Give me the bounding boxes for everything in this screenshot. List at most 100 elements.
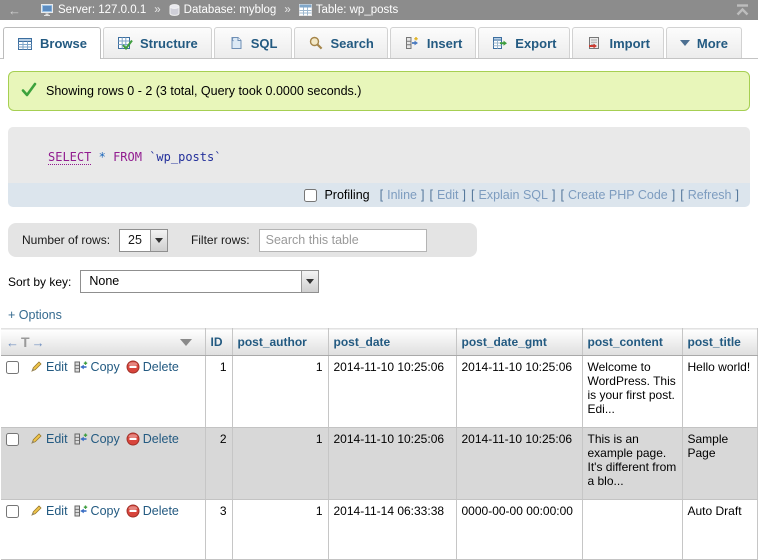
table-row: Edit Copy Delete 1 1 2014-11-10 10:25:06… bbox=[1, 356, 757, 428]
cell-post-title: Sample Page bbox=[682, 428, 757, 500]
sort-by-key-value: None bbox=[81, 271, 301, 292]
export-icon bbox=[492, 35, 508, 51]
edit-row-link[interactable]: Edit bbox=[29, 504, 68, 518]
breadcrumb-server[interactable]: Server: 127.0.0.1 bbox=[41, 4, 146, 16]
column-header-post-author[interactable]: post_author bbox=[232, 329, 328, 356]
edit-row-link[interactable]: Edit bbox=[29, 432, 68, 446]
breadcrumb-separator: » bbox=[154, 4, 160, 16]
profiling-checkbox[interactable] bbox=[304, 189, 317, 202]
success-message: Showing rows 0 - 2 (3 total, Query took … bbox=[8, 71, 750, 111]
cell-post-author: 1 bbox=[232, 428, 328, 500]
database-icon bbox=[169, 4, 180, 16]
cell-post-content bbox=[582, 500, 682, 560]
breadcrumb-table[interactable]: Table: wp_posts bbox=[299, 4, 398, 16]
sort-by-key-label: Sort by key: bbox=[8, 275, 71, 289]
number-of-rows-select[interactable]: 25 bbox=[119, 229, 168, 252]
breadcrumb-bar: ← Server: 127.0.0.1 » Database: myblog »… bbox=[0, 0, 758, 20]
filter-rows-input[interactable] bbox=[259, 229, 427, 252]
breadcrumb-database-label: Database: myblog bbox=[184, 4, 277, 16]
delete-icon bbox=[126, 432, 140, 446]
structure-icon bbox=[117, 35, 133, 51]
delete-row-link[interactable]: Delete bbox=[126, 360, 179, 374]
options-toggle-link[interactable]: + Options bbox=[8, 308, 62, 322]
tab-insert-label: Insert bbox=[427, 36, 462, 51]
pencil-icon bbox=[29, 432, 43, 446]
success-message-text: Showing rows 0 - 2 (3 total, Query took … bbox=[46, 84, 361, 98]
sql-star: * bbox=[99, 150, 106, 164]
row-checkbox[interactable] bbox=[6, 361, 19, 374]
column-header-post-title[interactable]: post_title bbox=[682, 329, 757, 356]
number-of-rows-label: Number of rows: bbox=[22, 233, 110, 247]
table-row: Edit Copy Delete 2 1 2014-11-10 10:25:06… bbox=[1, 428, 757, 500]
delete-row-link[interactable]: Delete bbox=[126, 504, 179, 518]
tab-more[interactable]: More bbox=[666, 27, 742, 58]
breadcrumb-table-label: Table: wp_posts bbox=[316, 4, 398, 16]
breadcrumb-database[interactable]: Database: myblog bbox=[169, 4, 277, 16]
sql-icon bbox=[228, 35, 244, 51]
header-row: ← T → ID post_author post_date post_date… bbox=[1, 329, 757, 356]
results-table: ← T → ID post_author post_date post_date… bbox=[1, 328, 758, 560]
arrow-right-icon: → bbox=[32, 335, 45, 350]
delete-row-link[interactable]: Delete bbox=[126, 432, 179, 446]
chevron-down-icon bbox=[680, 40, 690, 46]
cell-post-date-gmt: 0000-00-00 00:00:00 bbox=[456, 500, 582, 560]
sql-keyword-select: SELECT bbox=[48, 150, 91, 165]
sort-by-key-select[interactable]: None bbox=[80, 270, 319, 293]
bracket: ] bbox=[421, 188, 424, 202]
table-row: Edit Copy Delete 3 1 2014-11-14 06:33:38… bbox=[1, 500, 757, 560]
tab-browse[interactable]: Browse bbox=[3, 27, 101, 59]
column-header-post-content[interactable]: post_content bbox=[582, 329, 682, 356]
select-arrow-icon bbox=[150, 230, 167, 251]
collapse-console-icon[interactable] bbox=[735, 3, 750, 17]
tab-insert[interactable]: Insert bbox=[390, 27, 476, 58]
cell-post-date-gmt: 2014-11-10 10:25:06 bbox=[456, 356, 582, 428]
tab-browse-label: Browse bbox=[40, 36, 87, 51]
tab-export[interactable]: Export bbox=[478, 27, 570, 58]
bracket: ] bbox=[552, 188, 555, 202]
sql-query-box: SELECT * FROM `wp_posts` Profiling [ Inl… bbox=[8, 127, 750, 207]
copy-row-link[interactable]: Copy bbox=[74, 432, 120, 446]
column-header-post-date-gmt[interactable]: post_date_gmt bbox=[456, 329, 582, 356]
tab-search-label: Search bbox=[331, 36, 374, 51]
create-php-code-link[interactable]: Create PHP Code bbox=[568, 188, 668, 202]
sql-table-ref: `wp_posts` bbox=[149, 150, 221, 164]
tab-export-label: Export bbox=[515, 36, 556, 51]
cell-post-date: 2014-11-10 10:25:06 bbox=[328, 428, 456, 500]
column-header-id[interactable]: ID bbox=[205, 329, 232, 356]
options-dropdown-icon[interactable] bbox=[180, 339, 192, 346]
tab-bar: Browse Structure SQL Search Insert Expor… bbox=[0, 20, 758, 59]
tab-structure[interactable]: Structure bbox=[103, 27, 212, 58]
edit-row-link[interactable]: Edit bbox=[29, 360, 68, 374]
pencil-icon bbox=[29, 360, 43, 374]
column-actions-header[interactable]: ← T → bbox=[1, 329, 205, 356]
refresh-link[interactable]: Refresh bbox=[688, 188, 732, 202]
bracket: [ bbox=[380, 188, 383, 202]
edit-query-link[interactable]: Edit bbox=[437, 188, 459, 202]
tab-structure-label: Structure bbox=[140, 36, 198, 51]
inline-link[interactable]: Inline bbox=[387, 188, 417, 202]
bracket: ] bbox=[463, 188, 466, 202]
tab-import[interactable]: Import bbox=[572, 27, 663, 58]
row-checkbox[interactable] bbox=[6, 433, 19, 446]
explain-sql-link[interactable]: Explain SQL bbox=[478, 188, 547, 202]
copy-icon bbox=[74, 504, 88, 518]
breadcrumb-server-label: Server: 127.0.0.1 bbox=[58, 4, 146, 16]
column-header-post-date[interactable]: post_date bbox=[328, 329, 456, 356]
bracket: ] bbox=[736, 188, 739, 202]
select-arrow-icon bbox=[301, 271, 318, 292]
tab-import-label: Import bbox=[609, 36, 649, 51]
filter-rows-label: Filter rows: bbox=[191, 233, 250, 247]
tab-search[interactable]: Search bbox=[294, 27, 388, 58]
profiling-label: Profiling bbox=[324, 188, 369, 202]
column-move-controls[interactable]: ← T → bbox=[6, 334, 45, 350]
row-checkbox[interactable] bbox=[6, 505, 19, 518]
cell-post-author: 1 bbox=[232, 356, 328, 428]
tee-icon: T bbox=[21, 334, 30, 350]
cell-id: 1 bbox=[205, 356, 232, 428]
copy-row-link[interactable]: Copy bbox=[74, 360, 120, 374]
back-arrow-icon[interactable]: ← bbox=[8, 3, 21, 18]
tab-sql[interactable]: SQL bbox=[214, 27, 292, 58]
number-of-rows-value: 25 bbox=[120, 230, 150, 251]
copy-row-link[interactable]: Copy bbox=[74, 504, 120, 518]
import-icon bbox=[586, 35, 602, 51]
